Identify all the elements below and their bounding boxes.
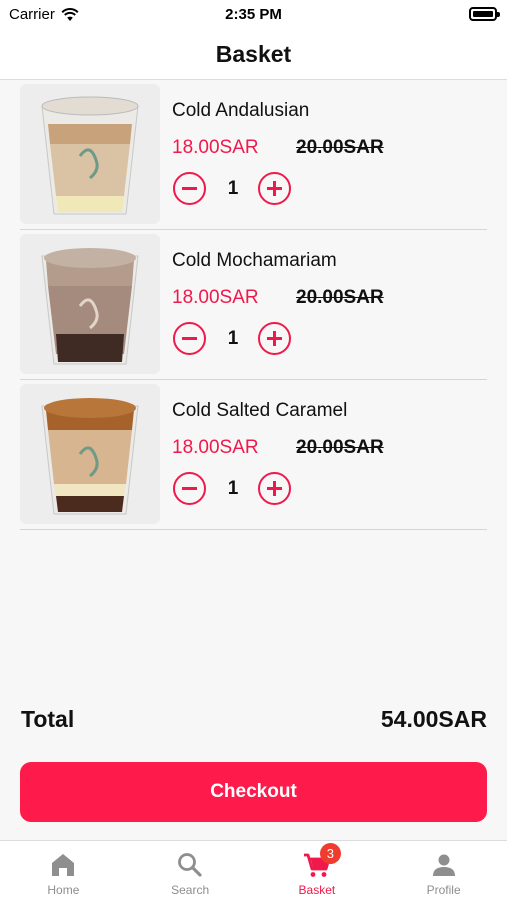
product-image (20, 234, 160, 374)
profile-icon (432, 854, 455, 876)
tab-label-search: Search (171, 883, 210, 897)
tab-home[interactable]: Home (0, 841, 127, 900)
tab-bar: Home Search 3 Basket Profile (0, 840, 507, 900)
basket-screen: Carrier 2:35 PM Basket Cold Andalusian 1… (0, 0, 507, 900)
item-old-price: 20.00SAR (296, 137, 384, 158)
home-icon (52, 854, 75, 876)
tab-label-profile: Profile (426, 883, 461, 897)
decrease-quantity-button[interactable] (173, 172, 206, 205)
item-quantity: 1 (227, 178, 239, 199)
search-icon (178, 853, 202, 877)
basket-item: Cold Salted Caramel 18.00SAR 20.00SAR 1 (20, 380, 487, 530)
item-name: Cold Salted Caramel (172, 400, 348, 421)
tab-label-basket: Basket (298, 883, 336, 897)
item-old-price: 20.00SAR (296, 437, 384, 458)
page-title: Basket (215, 41, 292, 67)
status-bar: Carrier 2:35 PM (0, 0, 507, 30)
checkout-button[interactable]: Checkout (20, 762, 487, 822)
tab-profile[interactable]: Profile (380, 841, 507, 900)
tab-basket[interactable]: 3 Basket (254, 841, 381, 900)
tab-label-home: Home (47, 883, 80, 897)
item-quantity: 1 (227, 328, 239, 349)
item-old-price: 20.00SAR (296, 287, 384, 308)
cart-icon-wrapper: 3 (302, 843, 341, 880)
total-label: Total (21, 706, 75, 732)
cart-count-badge: 3 (319, 843, 341, 864)
product-image (20, 384, 160, 524)
nav-bar: Basket (0, 30, 507, 80)
item-name: Cold Andalusian (172, 100, 310, 121)
item-price: 18.00SAR (172, 437, 259, 458)
increase-quantity-button[interactable] (258, 322, 291, 355)
status-time: 2:35 PM (225, 6, 282, 23)
item-price: 18.00SAR (172, 137, 259, 158)
item-quantity: 1 (227, 478, 239, 499)
battery-icon (469, 7, 500, 21)
decrease-quantity-button[interactable] (173, 322, 206, 355)
total-value: 54.00SAR (380, 706, 487, 732)
basket-item: Cold Mochamariam 18.00SAR 20.00SAR 1 (20, 230, 487, 380)
decrease-quantity-button[interactable] (173, 472, 206, 505)
increase-quantity-button[interactable] (258, 172, 291, 205)
basket-item: Cold Andalusian 18.00SAR 20.00SAR 1 (20, 80, 487, 230)
item-name: Cold Mochamariam (172, 250, 337, 271)
basket-list: Cold Andalusian 18.00SAR 20.00SAR 1 Cold… (20, 80, 487, 530)
increase-quantity-button[interactable] (258, 472, 291, 505)
item-price: 18.00SAR (172, 287, 259, 308)
product-image (20, 84, 160, 224)
tab-search[interactable]: Search (127, 841, 254, 900)
